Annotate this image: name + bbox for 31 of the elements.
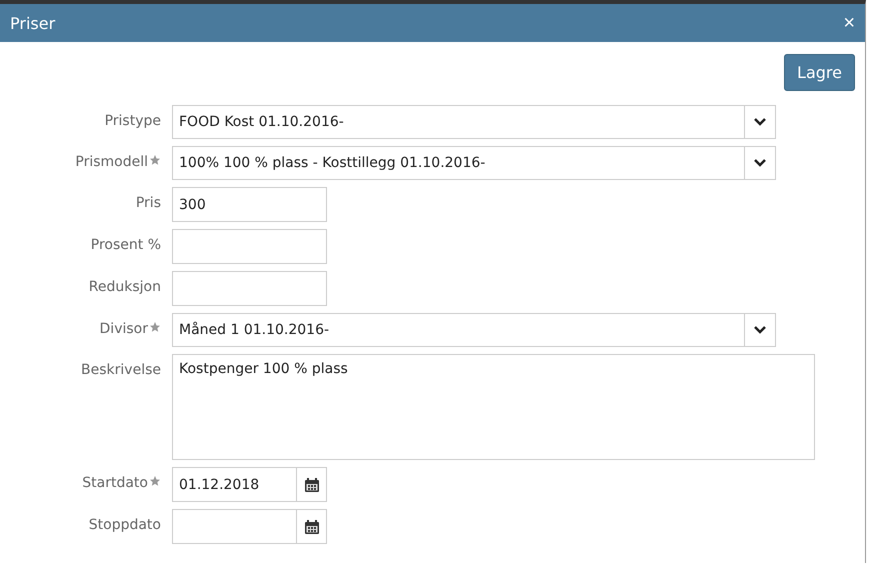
required-star-icon — [149, 475, 161, 487]
date-field[interactable]: 01.12.2018 — [172, 467, 297, 502]
required-star-icon — [149, 154, 161, 166]
field-label: Pris — [136, 195, 161, 211]
field-label: Beskrivelse — [81, 362, 161, 378]
field-label: Prosent % — [90, 237, 161, 253]
text-field[interactable] — [172, 271, 327, 306]
chevron-down-icon — [754, 118, 766, 126]
chevron-down-icon — [754, 159, 766, 167]
close-button[interactable]: × — [843, 12, 855, 34]
window-title: Priser — [10, 14, 56, 32]
calendar-button[interactable] — [297, 509, 327, 544]
field-label: Stoppdato — [88, 517, 161, 533]
field-label: Reduksjon — [88, 279, 161, 295]
save-button[interactable]: Lagre — [784, 54, 855, 91]
select-field[interactable]: 100% 100 % plass - Kosttillegg 01.10.2016- — [172, 146, 776, 180]
calendar-button[interactable] — [297, 467, 327, 502]
required-star-icon — [149, 321, 161, 333]
select-field[interactable]: FOOD Kost 01.10.2016- — [172, 105, 776, 139]
calendar-icon — [304, 476, 320, 492]
field-label: Prismodell — [75, 154, 148, 170]
field-label: Pristype — [104, 113, 161, 129]
select-field[interactable]: Måned 1 01.10.2016- — [172, 313, 776, 347]
field-label: Divisor — [100, 321, 148, 337]
chevron-down-icon — [754, 326, 766, 334]
calendar-icon — [304, 518, 320, 534]
field-label: Startdato — [82, 475, 148, 491]
date-field[interactable] — [172, 509, 297, 544]
description-field[interactable]: Kostpenger 100 % plass — [172, 354, 815, 460]
text-field[interactable] — [172, 229, 327, 264]
text-field[interactable]: 300 — [172, 187, 327, 222]
